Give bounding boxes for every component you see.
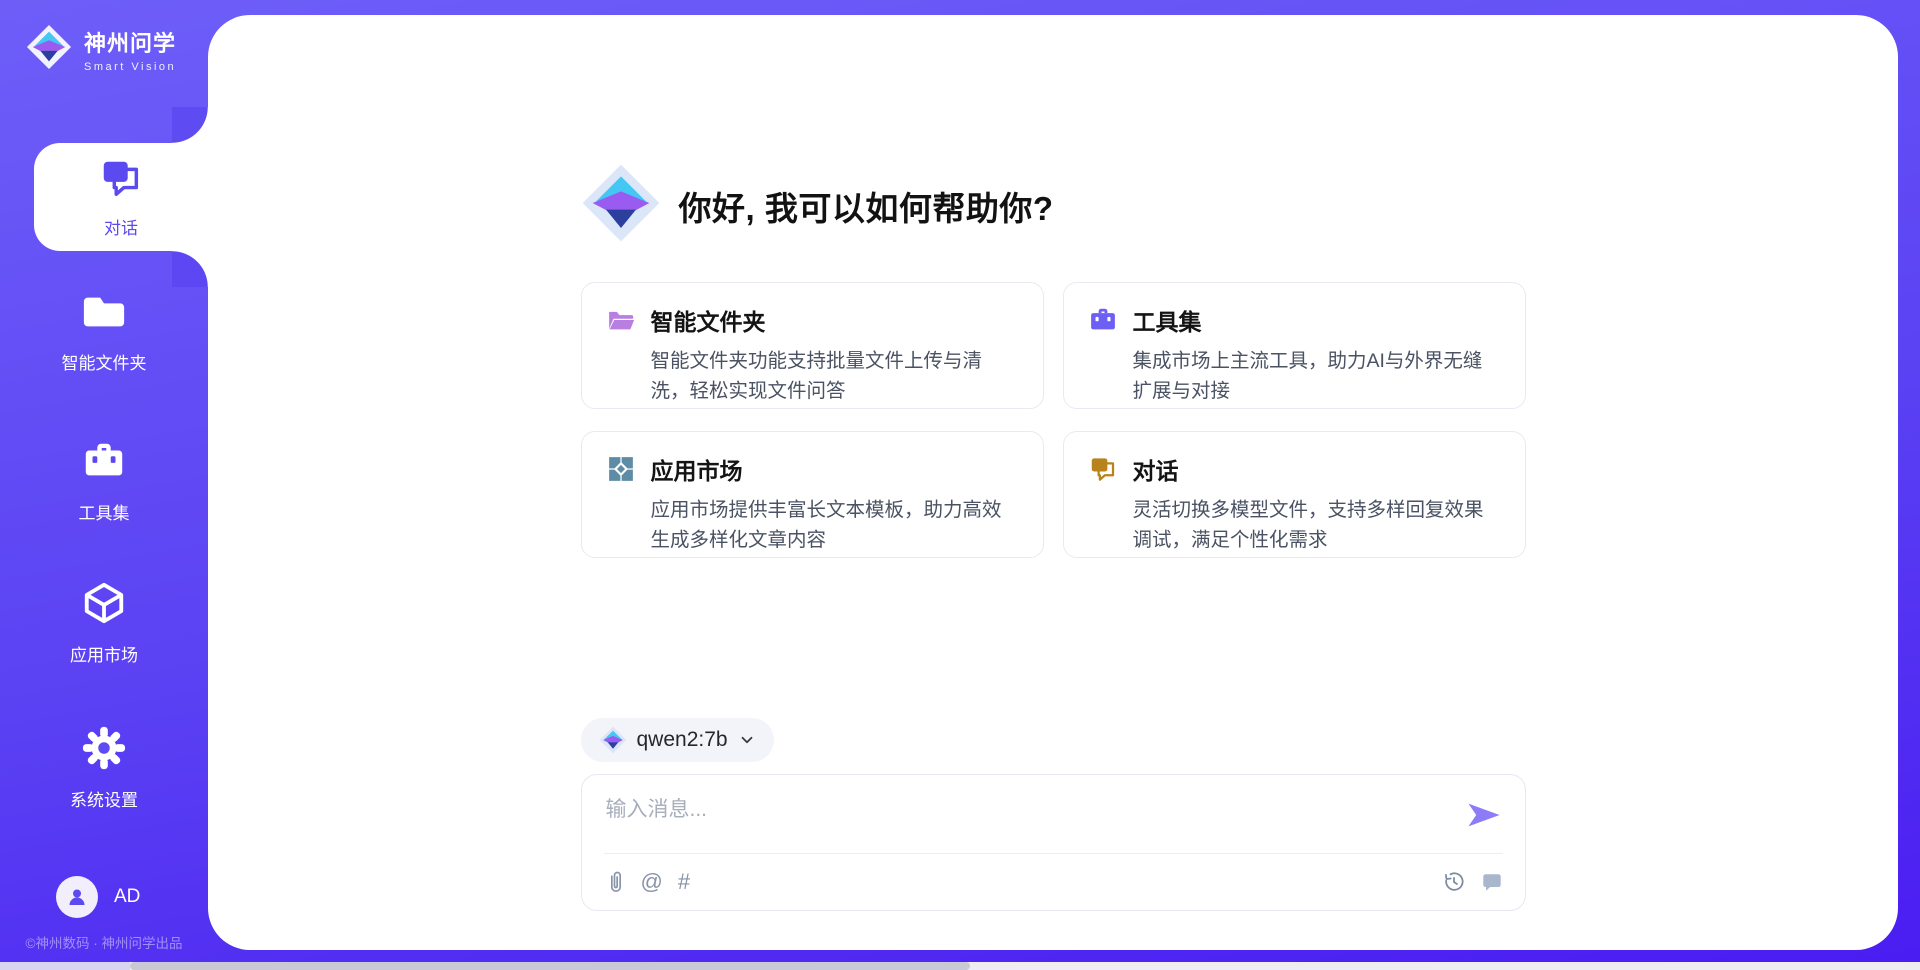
message-composer: @ # [581, 774, 1526, 911]
person-icon [65, 885, 89, 909]
paperclip-icon [606, 870, 626, 894]
market-grid-icon [606, 454, 636, 484]
sidebar-item-toolbox[interactable]: 工具集 [0, 438, 208, 524]
brand-logo-diamond-icon [26, 24, 72, 75]
chat-icon [98, 155, 144, 206]
card-title: 应用市场 [651, 452, 743, 486]
send-icon [1467, 802, 1501, 828]
model-selector[interactable]: qwen2:7b [581, 718, 774, 762]
card-title: 对话 [1133, 452, 1179, 486]
sidebar-item-label: 应用市场 [70, 641, 138, 666]
card-smart-folder[interactable]: 智能文件夹 智能文件夹功能支持批量文件上传与清洗，轻松实现文件问答 [581, 282, 1044, 409]
chat-bubble-icon [1481, 871, 1503, 893]
copyright-footer: ©神州数码 · 神州问学出品 [0, 932, 208, 952]
sidebar-item-settings[interactable]: 系统设置 [0, 725, 208, 811]
main-panel: 你好, 我可以如何帮助你? 智能文件夹 智能文件夹功能支持批量文件上传与清洗，轻… [208, 15, 1898, 950]
sidebar: 神州问学 Smart Vision 对话 智能文件夹 [0, 0, 208, 970]
avatar [56, 876, 98, 918]
history-icon [1443, 871, 1465, 893]
brand-subtitle: Smart Vision [84, 61, 176, 73]
composer-toolbar: @ # [606, 854, 1503, 910]
chat-icon [1088, 454, 1118, 484]
card-description: 灵活切换多模型文件，支持多样回复效果调试，满足个性化需求 [1133, 495, 1501, 555]
toolbox-icon [81, 438, 127, 489]
sidebar-item-label: 工具集 [79, 499, 130, 524]
greeting-title: 你好, 我可以如何帮助你? [679, 182, 1054, 230]
active-tab-scoop-top [172, 107, 208, 143]
hash-icon: # [678, 869, 690, 895]
gear-icon [81, 725, 127, 776]
card-title: 工具集 [1133, 303, 1202, 337]
greeting-diamond-logo-icon [581, 163, 661, 248]
cube-icon [81, 580, 127, 631]
active-tab-scoop-bottom [172, 251, 208, 287]
feature-cards: 智能文件夹 智能文件夹功能支持批量文件上传与清洗，轻松实现文件问答 工具集 [581, 282, 1526, 558]
brand-name: 神州问学 [84, 26, 176, 58]
user-name: AD [114, 886, 140, 908]
model-diamond-logo-icon [599, 726, 627, 754]
scrollbar-thumb[interactable] [130, 962, 970, 970]
horizontal-scrollbar[interactable] [130, 962, 1920, 970]
sidebar-item-app-market[interactable]: 应用市场 [0, 580, 208, 666]
sidebar-item-chat[interactable]: 对话 [34, 143, 208, 251]
chevron-down-icon [738, 731, 756, 749]
sidebar-item-label: 对话 [104, 214, 138, 239]
sidebar-item-label: 系统设置 [70, 786, 138, 811]
history-button[interactable] [1443, 871, 1465, 893]
sidebar-item-label: 智能文件夹 [62, 349, 147, 374]
conversation-button[interactable] [1481, 871, 1503, 893]
sidebar-item-smart-folder[interactable]: 智能文件夹 [0, 288, 208, 374]
card-toolbox[interactable]: 工具集 集成市场上主流工具，助力AI与外界无缝扩展与对接 [1063, 282, 1526, 409]
send-button[interactable] [1465, 801, 1503, 831]
toolbox-icon [1088, 305, 1118, 335]
card-description: 智能文件夹功能支持批量文件上传与清洗，轻松实现文件问答 [651, 346, 1019, 406]
brand: 神州问学 Smart Vision [0, 0, 208, 75]
attach-file-button[interactable] [606, 870, 626, 894]
model-name: qwen2:7b [637, 728, 728, 752]
card-description: 应用市场提供丰富长文本模板，助力高效生成多样化文章内容 [651, 495, 1019, 555]
at-icon: @ [641, 869, 663, 895]
folder-icon [81, 288, 127, 339]
folder-open-icon [606, 305, 636, 335]
greeting-row: 你好, 我可以如何帮助你? [581, 163, 1526, 248]
card-chat[interactable]: 对话 灵活切换多模型文件，支持多样回复效果调试，满足个性化需求 [1063, 431, 1526, 558]
topic-button[interactable]: # [678, 869, 690, 895]
message-input[interactable] [606, 793, 1446, 849]
user-profile[interactable]: AD [56, 876, 140, 918]
mention-button[interactable]: @ [641, 869, 663, 895]
card-app-market[interactable]: 应用市场 应用市场提供丰富长文本模板，助力高效生成多样化文章内容 [581, 431, 1044, 558]
card-title: 智能文件夹 [651, 303, 766, 337]
card-description: 集成市场上主流工具，助力AI与外界无缝扩展与对接 [1133, 346, 1501, 406]
